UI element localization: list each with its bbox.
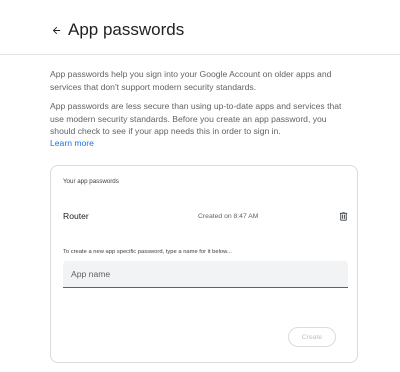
password-created: Created on 8:47 AM (198, 213, 259, 220)
trash-icon (339, 211, 347, 221)
back-button[interactable] (46, 20, 66, 40)
page-header: App passwords (0, 0, 400, 55)
warning-paragraph: App passwords are less secure than using… (50, 101, 342, 136)
learn-more-link[interactable]: Learn more (50, 137, 94, 150)
app-passwords-card: Your app passwords Router Created on 8:4… (50, 165, 358, 363)
create-button[interactable]: Create (288, 327, 336, 347)
app-name-input[interactable] (63, 261, 348, 287)
arrow-back-icon (52, 26, 60, 34)
password-name: Router (63, 211, 89, 221)
delete-password-button[interactable] (336, 209, 350, 223)
card-heading: Your app passwords (63, 178, 119, 185)
page-title: App passwords (68, 20, 185, 39)
intro-paragraph: App passwords help you sign into your Go… (50, 69, 332, 92)
create-instruction: To create a new app specific password, t… (63, 249, 232, 255)
password-row: Router Created on 8:47 AM (51, 206, 357, 228)
app-name-field (63, 261, 348, 288)
